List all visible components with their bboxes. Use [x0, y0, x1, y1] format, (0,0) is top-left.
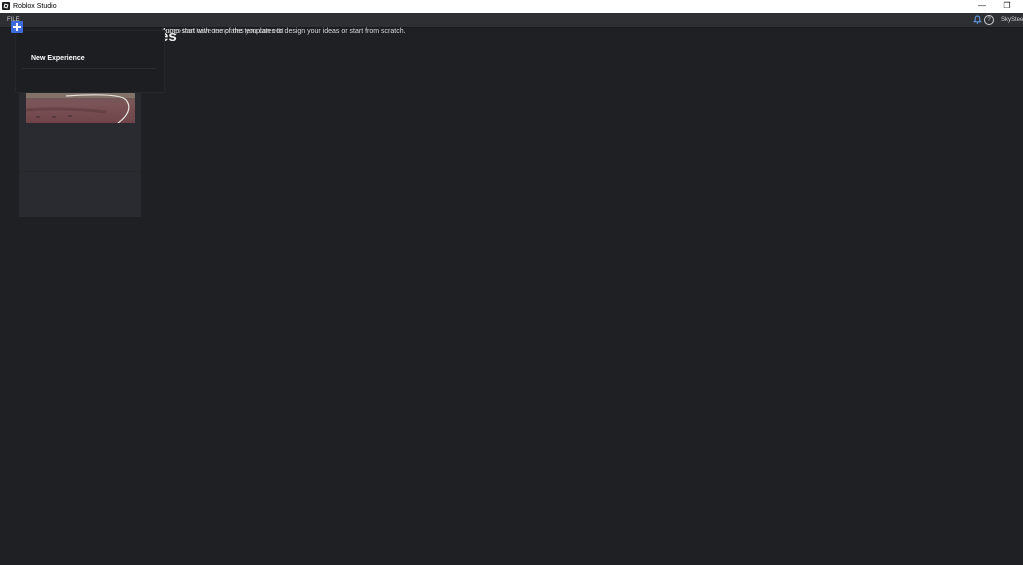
restore-button[interactable]: ❐ [996, 0, 1018, 13]
new-experience-button[interactable]: New Experience [31, 55, 85, 62]
plus-icon[interactable] [11, 21, 23, 33]
window-title: Roblox Studio [13, 3, 57, 10]
user-name[interactable]: SkySteel [1001, 13, 1023, 27]
roblox-studio-icon [2, 2, 10, 10]
menu-bar: FILE ? SkySteel [0, 13, 1023, 28]
card-divider [19, 171, 141, 172]
help-icon[interactable]: ? [984, 15, 994, 25]
notification-bell-icon[interactable] [973, 15, 982, 24]
template-thumbnail[interactable] [26, 92, 135, 123]
page-subtitle: Jump-start with one of the templates to … [162, 28, 406, 35]
window-titlebar: Roblox Studio — ❐ [0, 0, 1023, 13]
minimize-button[interactable]: — [971, 0, 993, 13]
